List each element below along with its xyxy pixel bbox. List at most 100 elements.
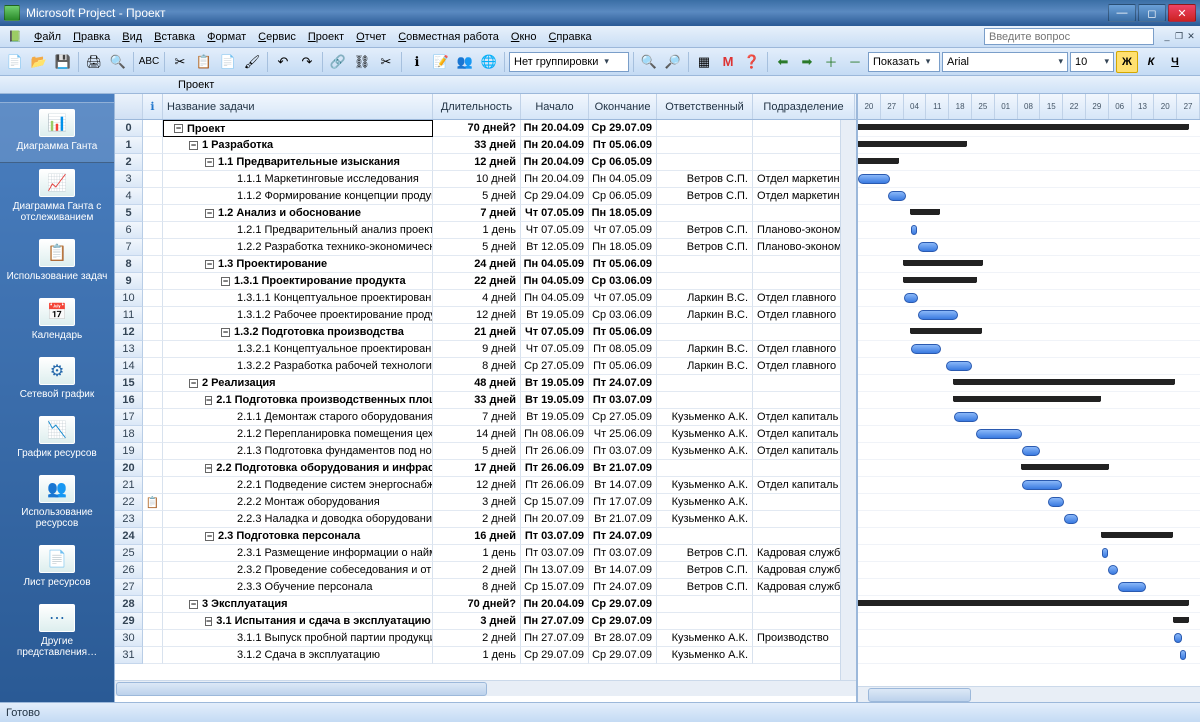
start-cell[interactable]: Вт 12.05.09 bbox=[521, 239, 589, 256]
row-number[interactable]: 19 bbox=[115, 443, 143, 460]
task-row[interactable]: 262.3.2 Проведение собеседования и отбор… bbox=[115, 562, 856, 579]
gantt-row[interactable] bbox=[858, 375, 1200, 392]
end-cell[interactable]: Ср 06.05.09 bbox=[589, 154, 657, 171]
header-duration[interactable]: Длительность bbox=[433, 94, 521, 119]
task-name-cell[interactable]: −3 Эксплуатация bbox=[163, 596, 433, 613]
responsible-cell[interactable]: Ларкин В.С. bbox=[657, 290, 753, 307]
gantt-summary-bar[interactable] bbox=[858, 124, 1188, 130]
task-name-cell[interactable]: 2.3.2 Проведение собеседования и отбора bbox=[163, 562, 433, 579]
responsible-cell[interactable] bbox=[657, 392, 753, 409]
end-cell[interactable]: Пт 24.07.09 bbox=[589, 528, 657, 545]
outdent-icon[interactable]: ⬅ bbox=[772, 51, 794, 73]
font-name-combo[interactable]: Arial▾ bbox=[942, 52, 1068, 72]
task-row[interactable]: 313.1.2 Сдача в эксплуатацию1 деньСр 29.… bbox=[115, 647, 856, 664]
gantt-row[interactable] bbox=[858, 171, 1200, 188]
print-icon[interactable]: 🖨 bbox=[83, 51, 105, 73]
responsible-cell[interactable]: Ветров С.П. bbox=[657, 188, 753, 205]
task-row[interactable]: 101.3.1.1 Концептуальное проектирование4… bbox=[115, 290, 856, 307]
task-row[interactable]: 41.1.2 Формирование концепции продукта5 … bbox=[115, 188, 856, 205]
responsible-cell[interactable] bbox=[657, 375, 753, 392]
task-name-cell[interactable]: −2.2 Подготовка оборудования и инфрастру bbox=[163, 460, 433, 477]
start-cell[interactable]: Пн 04.05.09 bbox=[521, 273, 589, 290]
gantt-summary-bar[interactable] bbox=[1102, 532, 1172, 538]
start-cell[interactable]: Пн 20.04.09 bbox=[521, 596, 589, 613]
task-name-cell[interactable]: 2.2.1 Подведение систем энергоснабжения bbox=[163, 477, 433, 494]
gantt-row[interactable] bbox=[858, 613, 1200, 630]
start-cell[interactable]: Ср 29.07.09 bbox=[521, 647, 589, 664]
header-name[interactable]: Название задачи bbox=[163, 94, 433, 119]
task-row[interactable]: 61.2.1 Предварительный анализ проекта1 д… bbox=[115, 222, 856, 239]
gantt-task-bar[interactable] bbox=[918, 242, 938, 252]
responsible-cell[interactable]: Кузьменко А.К. bbox=[657, 494, 753, 511]
zoom-out-icon[interactable]: 🔎 bbox=[662, 51, 684, 73]
duration-cell[interactable]: 17 дней bbox=[433, 460, 521, 477]
gantt-task-bar[interactable] bbox=[1102, 548, 1108, 558]
task-name-cell[interactable]: −1.1 Предварительные изыскания bbox=[163, 154, 433, 171]
task-row[interactable]: 9−1.3.1 Проектирование продукта22 днейПн… bbox=[115, 273, 856, 290]
gantt-summary-bar[interactable] bbox=[904, 260, 982, 266]
gantt-row[interactable] bbox=[858, 188, 1200, 205]
publish-icon[interactable]: 🌐 bbox=[478, 51, 500, 73]
group-by-combo[interactable]: Нет группировки▾ bbox=[509, 52, 629, 72]
start-cell[interactable]: Чт 07.05.09 bbox=[521, 205, 589, 222]
gantt-row[interactable] bbox=[858, 460, 1200, 477]
new-icon[interactable]: 📄 bbox=[4, 51, 26, 73]
end-cell[interactable]: Вт 14.07.09 bbox=[589, 562, 657, 579]
responsible-cell[interactable]: Кузьменко А.К. bbox=[657, 426, 753, 443]
header-indicator[interactable]: ℹ bbox=[143, 94, 163, 119]
row-number[interactable]: 12 bbox=[115, 324, 143, 341]
duration-cell[interactable]: 48 дней bbox=[433, 375, 521, 392]
gantt-row[interactable] bbox=[858, 290, 1200, 307]
task-name-cell[interactable]: 1.2.1 Предварительный анализ проекта bbox=[163, 222, 433, 239]
duration-cell[interactable]: 5 дней bbox=[433, 443, 521, 460]
duration-cell[interactable]: 1 день bbox=[433, 545, 521, 562]
responsible-cell[interactable] bbox=[657, 528, 753, 545]
end-cell[interactable]: Ср 29.07.09 bbox=[589, 596, 657, 613]
menu-Файл[interactable]: Файл bbox=[28, 29, 67, 45]
start-cell[interactable]: Пн 27.07.09 bbox=[521, 613, 589, 630]
end-cell[interactable]: Пт 24.07.09 bbox=[589, 375, 657, 392]
duration-cell[interactable]: 12 дней bbox=[433, 154, 521, 171]
task-row[interactable]: 15−2 Реализация48 днейВт 19.05.09Пт 24.0… bbox=[115, 375, 856, 392]
row-number[interactable]: 7 bbox=[115, 239, 143, 256]
menu-Справка[interactable]: Справка bbox=[542, 29, 597, 45]
row-number[interactable]: 3 bbox=[115, 171, 143, 188]
end-cell[interactable]: Пн 04.05.09 bbox=[589, 171, 657, 188]
gantt-row[interactable] bbox=[858, 307, 1200, 324]
responsible-cell[interactable] bbox=[657, 273, 753, 290]
task-info-icon[interactable]: ℹ bbox=[406, 51, 428, 73]
gantt-task-bar[interactable] bbox=[911, 225, 917, 235]
gantt-row[interactable] bbox=[858, 358, 1200, 375]
start-cell[interactable]: Пн 04.05.09 bbox=[521, 256, 589, 273]
unlink-icon[interactable]: ⛓ bbox=[351, 51, 373, 73]
start-cell[interactable]: Чт 07.05.09 bbox=[521, 324, 589, 341]
start-cell[interactable]: Пн 04.05.09 bbox=[521, 290, 589, 307]
responsible-cell[interactable]: Ветров С.П. bbox=[657, 562, 753, 579]
start-cell[interactable]: Пт 26.06.09 bbox=[521, 477, 589, 494]
vertical-scrollbar[interactable] bbox=[840, 120, 856, 680]
end-cell[interactable]: Пт 03.07.09 bbox=[589, 545, 657, 562]
gantt-horizontal-scrollbar[interactable] bbox=[858, 686, 1200, 702]
duration-cell[interactable]: 33 дней bbox=[433, 137, 521, 154]
task-name-cell[interactable]: 1.3.1.1 Концептуальное проектирование bbox=[163, 290, 433, 307]
gantt-task-bar[interactable] bbox=[888, 191, 906, 201]
row-number[interactable]: 0 bbox=[115, 120, 143, 137]
start-cell[interactable]: Ср 15.07.09 bbox=[521, 494, 589, 511]
end-cell[interactable]: Ср 29.07.09 bbox=[589, 613, 657, 630]
view-Диаграмма Ганта с отслеживанием[interactable]: 📈Диаграмма Ганта с отслеживанием bbox=[0, 163, 114, 233]
task-name-cell[interactable]: 1.1.1 Маркетинговые исследования bbox=[163, 171, 433, 188]
duration-cell[interactable]: 12 дней bbox=[433, 307, 521, 324]
duration-cell[interactable]: 33 дней bbox=[433, 392, 521, 409]
responsible-cell[interactable]: Ларкин В.С. bbox=[657, 341, 753, 358]
start-cell[interactable]: Пн 20.04.09 bbox=[521, 137, 589, 154]
task-name-cell[interactable]: 2.3.1 Размещение информации о найме пер bbox=[163, 545, 433, 562]
gantt-row[interactable] bbox=[858, 511, 1200, 528]
row-number[interactable]: 2 bbox=[115, 154, 143, 171]
task-row[interactable]: 8−1.3 Проектирование24 днейПн 04.05.09Пт… bbox=[115, 256, 856, 273]
task-name-cell[interactable]: −1.3 Проектирование bbox=[163, 256, 433, 273]
underline-button[interactable]: Ч bbox=[1164, 51, 1186, 73]
gantt-row[interactable] bbox=[858, 392, 1200, 409]
task-name-cell[interactable]: −2.1 Подготовка производственных площад bbox=[163, 392, 433, 409]
responsible-cell[interactable]: Ларкин В.С. bbox=[657, 358, 753, 375]
gantt-task-bar[interactable] bbox=[1022, 480, 1062, 490]
